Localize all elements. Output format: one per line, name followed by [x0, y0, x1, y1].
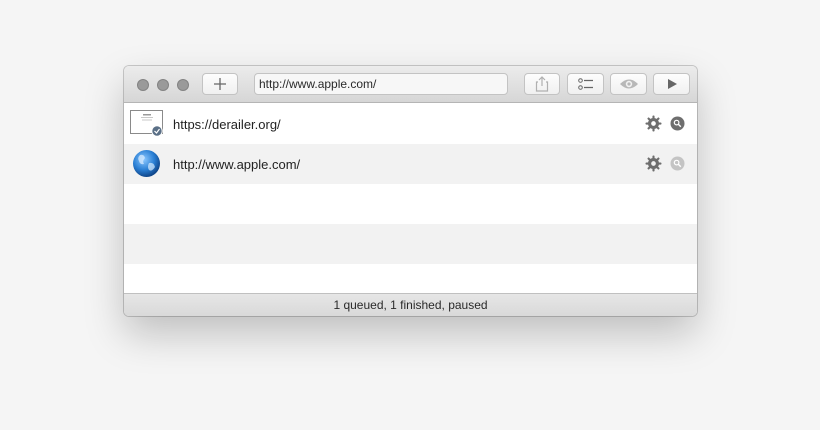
search-icon[interactable]	[670, 116, 685, 131]
minimize-window-button[interactable]	[157, 79, 169, 91]
start-button[interactable]	[653, 73, 690, 95]
globe-icon	[133, 150, 160, 177]
play-icon	[667, 79, 677, 89]
list-item-url: http://www.apple.com/	[173, 157, 301, 172]
empty-row	[124, 184, 697, 224]
share-button[interactable]	[524, 73, 560, 95]
gear-icon[interactable]	[645, 155, 662, 172]
list-button[interactable]	[567, 73, 604, 95]
status-bar: 1 queued, 1 finished, paused	[124, 293, 697, 316]
close-window-button[interactable]	[137, 79, 149, 91]
gear-icon[interactable]	[645, 115, 662, 132]
status-text: 1 queued, 1 finished, paused	[333, 298, 488, 312]
url-list: https://derailer.org/ http://www.apple.c…	[124, 104, 697, 293]
url-input[interactable]	[254, 73, 508, 95]
share-icon	[535, 76, 549, 92]
list-item-url: https://derailer.org/	[173, 117, 281, 132]
add-url-button[interactable]	[202, 73, 238, 95]
list-item[interactable]: https://derailer.org/	[124, 104, 697, 144]
app-window: https://derailer.org/	[124, 66, 697, 316]
toolbar	[124, 66, 697, 103]
plus-icon	[214, 78, 226, 90]
list-item[interactable]: http://www.apple.com/	[124, 144, 697, 184]
empty-row	[124, 264, 697, 293]
eye-icon	[619, 79, 638, 89]
search-icon[interactable]	[670, 156, 685, 171]
list-icon	[577, 78, 593, 90]
preview-button[interactable]	[610, 73, 647, 95]
page-thumbnail-icon	[130, 110, 163, 137]
zoom-window-button[interactable]	[177, 79, 189, 91]
empty-row	[124, 224, 697, 264]
